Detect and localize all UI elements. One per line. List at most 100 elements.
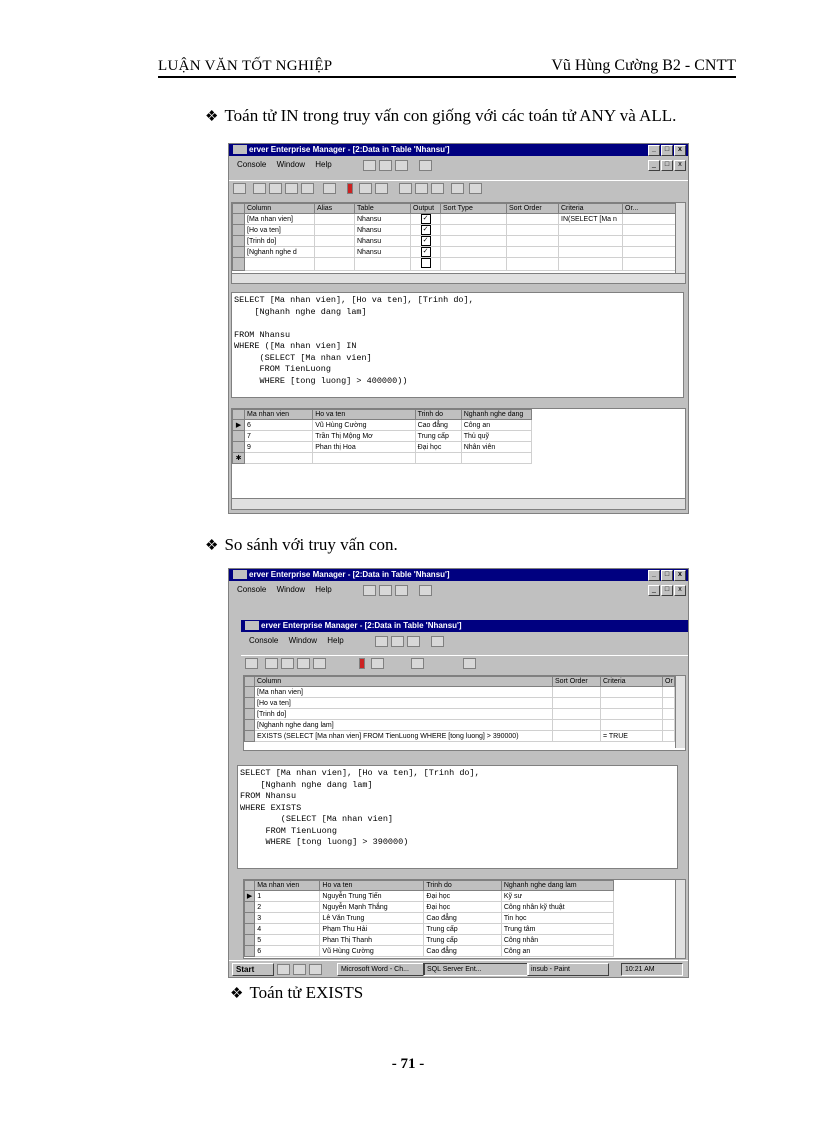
child-close-button[interactable]: x <box>674 585 686 596</box>
grid-cell[interactable] <box>552 697 601 709</box>
grid-cell[interactable] <box>414 452 462 464</box>
grid-cell[interactable] <box>506 257 559 271</box>
grid-cell[interactable] <box>600 686 663 698</box>
grid-cell[interactable]: Công an <box>500 945 615 957</box>
grid-cell[interactable]: 5 <box>254 934 321 946</box>
grid-cell[interactable]: EXISTS (SELECT [Ma nhan vien] FROM TienL… <box>254 730 553 742</box>
table-row[interactable]: 7 Trần Thị Mộng Mơ Trung cấp Thủ quỹ <box>231 430 533 442</box>
output-checkbox[interactable]: ✓ <box>420 225 431 235</box>
column-header[interactable]: Nghanh nghe dang <box>460 409 533 420</box>
column-header[interactable]: Ho va ten <box>312 409 416 420</box>
group-by-icon[interactable] <box>463 658 476 669</box>
column-header[interactable]: Alias <box>314 203 355 214</box>
grid-cell[interactable] <box>622 257 678 271</box>
child-maximize-button[interactable]: □ <box>661 585 673 596</box>
grid-cell[interactable]: Nhansu <box>354 213 411 225</box>
output-checkbox[interactable]: ✓ <box>420 247 431 257</box>
grid-cell[interactable]: Công nhân <box>500 934 615 946</box>
grid-cell[interactable] <box>440 224 507 236</box>
grid-cell[interactable]: 7 <box>244 430 314 442</box>
menu-help[interactable]: Help <box>327 636 343 645</box>
table-row[interactable]: 2 Nguyễn Mạnh Thắng Đại học Công nhân kỹ th… <box>244 901 615 913</box>
window-icon[interactable] <box>431 636 444 647</box>
minimize-button[interactable]: _ <box>648 570 660 581</box>
grid-cell[interactable] <box>622 213 678 225</box>
grid-cell[interactable] <box>440 213 507 225</box>
grid-cell[interactable]: Kỹ sư <box>500 890 615 902</box>
grid-cell[interactable]: Nhân viên <box>460 441 533 453</box>
column-header[interactable]: Criteria <box>600 676 663 687</box>
grid-cell[interactable]: Nhansu <box>354 235 411 247</box>
grid-cell[interactable]: Nguyễn Trung Tiến <box>319 890 425 902</box>
grid-cell[interactable]: [Nghanh nghe d <box>244 246 315 258</box>
verify-sql-icon[interactable] <box>359 183 372 194</box>
grid-cell[interactable]: Vũ Hùng Cường <box>319 945 425 957</box>
column-header[interactable]: Column <box>254 676 553 687</box>
grid-cell[interactable]: Cao đẳng <box>423 912 502 924</box>
grid-pane-icon[interactable] <box>281 658 294 669</box>
grid-cell[interactable]: Trung cấp <box>423 934 502 946</box>
grid-cell[interactable] <box>440 257 507 271</box>
row-selector[interactable] <box>244 934 256 946</box>
row-selector[interactable] <box>232 235 245 247</box>
sql-pane-icon[interactable] <box>297 658 310 669</box>
table-row[interactable] <box>232 257 678 271</box>
table-row[interactable]: ▶ 1 Nguyễn Trung Tiến Đại học Kỹ sư <box>244 890 615 902</box>
row-selector[interactable] <box>232 246 245 258</box>
grid-cell[interactable]: [Trinh do] <box>254 708 553 720</box>
quicklaunch-outlook-icon[interactable] <box>309 964 322 975</box>
menu-help[interactable]: Help <box>315 160 331 169</box>
save-icon[interactable] <box>395 160 408 171</box>
current-row-arrow-icon[interactable]: ▶ <box>244 890 256 902</box>
menu-window[interactable]: Window <box>289 636 317 645</box>
output-checkbox[interactable]: ✓ <box>420 214 431 224</box>
grid-cell[interactable]: Đại học <box>423 901 502 913</box>
grid-cell[interactable]: 3 <box>254 912 321 924</box>
grid-cell[interactable] <box>622 224 678 236</box>
design-grid-hscrollbar[interactable] <box>232 273 685 283</box>
grid-cell[interactable]: Cao đẳng <box>423 945 502 957</box>
menu-console[interactable]: Console <box>237 585 266 594</box>
column-header[interactable]: Criteria <box>558 203 623 214</box>
column-header[interactable]: Trinh do <box>423 880 502 891</box>
design-grid-vscrollbar[interactable] <box>675 203 685 273</box>
grid-cell[interactable] <box>558 257 623 271</box>
grid-cell[interactable]: Cao đẳng <box>414 419 462 431</box>
grid-cell[interactable] <box>460 452 533 464</box>
row-selector[interactable] <box>232 224 245 236</box>
grid-cell[interactable] <box>314 224 355 236</box>
grid-cell[interactable] <box>552 719 601 731</box>
run-icon[interactable] <box>359 658 365 669</box>
grid-cell[interactable] <box>506 213 559 225</box>
change-type-icon[interactable] <box>323 183 336 194</box>
grid-cell[interactable] <box>244 452 314 464</box>
grid-cell[interactable]: 6 <box>254 945 321 957</box>
grid-cell[interactable] <box>506 235 559 247</box>
table-row[interactable]: [Ho va ten] <box>244 697 675 709</box>
grid-cell[interactable] <box>244 257 315 271</box>
output-cell[interactable]: ✓ <box>410 235 441 247</box>
column-header[interactable]: Or <box>662 676 675 687</box>
quicklaunch-ie-icon[interactable] <box>277 964 290 975</box>
grid-cell[interactable]: Nguyễn Mạnh Thắng <box>319 901 425 913</box>
filter-icon[interactable] <box>375 183 388 194</box>
grid-cell[interactable] <box>440 246 507 258</box>
close-button[interactable]: x <box>674 145 686 156</box>
column-header[interactable]: Table <box>354 203 411 214</box>
row-selector[interactable] <box>232 213 245 225</box>
column-header[interactable]: Ma nhan vien <box>244 409 314 420</box>
grid-cell[interactable]: Công an <box>460 419 533 431</box>
table-row[interactable]: 9 Phan thị Hoa Đại học Nhân viên <box>231 441 533 453</box>
output-checkbox[interactable]: ✓ <box>420 236 431 246</box>
table-row[interactable]: [Ho va ten] Nhansu ✓ <box>232 224 678 236</box>
grid-cell[interactable] <box>662 686 675 698</box>
grid-cell[interactable]: 4 <box>254 923 321 935</box>
verify-sql-icon[interactable] <box>371 658 384 669</box>
grid-cell[interactable] <box>314 235 355 247</box>
design-grid-vscrollbar[interactable] <box>675 676 685 748</box>
taskbar-item-word[interactable]: Microsoft Word - Ch... <box>337 963 425 976</box>
sql-pane[interactable]: SELECT [Ma nhan vien], [Ho va ten], [Tri… <box>231 292 684 398</box>
grid-cell[interactable]: 1 <box>254 890 321 902</box>
grid-cell[interactable] <box>552 730 601 742</box>
child-minimize-button[interactable]: _ <box>648 160 660 171</box>
